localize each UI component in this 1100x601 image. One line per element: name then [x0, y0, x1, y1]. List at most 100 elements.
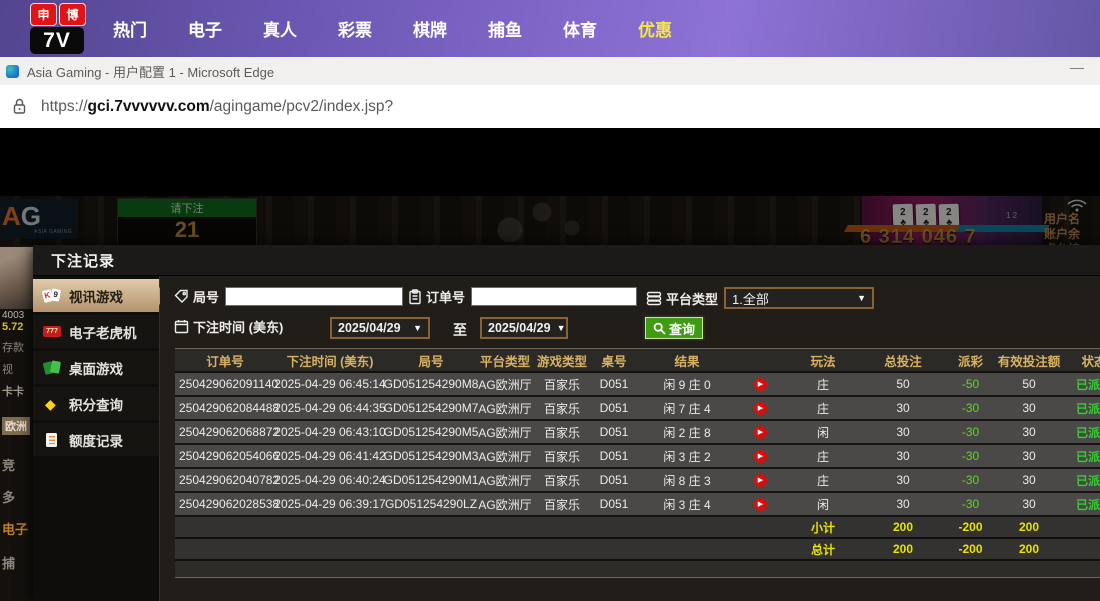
- round-label: 局号: [193, 287, 219, 306]
- cell-platform-type: AG欧洲厅: [477, 373, 533, 395]
- column-header: 桌号: [591, 349, 637, 371]
- column-header: 有效投注额: [998, 349, 1060, 371]
- cell-round-number: GD051254290M7: [385, 397, 477, 419]
- replay-icon[interactable]: ▶: [754, 426, 767, 439]
- cell-status: 已派彩: [1060, 445, 1100, 467]
- cell-replay: ▶: [737, 397, 783, 419]
- nav-item[interactable]: 捕鱼: [488, 16, 522, 41]
- cell-order-number: 250429062068872: [175, 421, 275, 443]
- nav-item[interactable]: 热门: [113, 16, 147, 41]
- cell-bet-time: 2025-04-29 06:40:24: [275, 469, 385, 491]
- round-input[interactable]: [225, 287, 403, 306]
- chevron-down-icon: ▼: [413, 323, 422, 333]
- date-to-value: 2025/04/29: [488, 321, 551, 335]
- sidebar-item[interactable]: 积分查询: [33, 387, 159, 420]
- sidebar-item[interactable]: 桌面游戏: [33, 351, 159, 384]
- replay-icon[interactable]: ▶: [754, 378, 767, 391]
- background-sidebar: 40035.72存款视卡卡欧洲竞多电子捕: [0, 245, 33, 601]
- background-menu-item: 多: [2, 487, 15, 506]
- calendar-icon: [174, 319, 189, 334]
- cell-payout: -30: [943, 493, 998, 515]
- order-filter: 订单号: [408, 287, 637, 306]
- nav-item[interactable]: 优惠: [638, 16, 672, 41]
- table-footer-spacer: [175, 561, 1100, 578]
- site-nav: 申博 7V 热门 电子 真人 彩票 棋牌 捕鱼 体育 优惠: [0, 0, 1100, 57]
- column-header: 结果: [637, 349, 737, 371]
- cell-table-number: D051: [591, 373, 637, 395]
- cell-replay: ▶: [737, 421, 783, 443]
- table-body: 250429062091140 2025-04-29 06:45:14 GD05…: [175, 373, 1100, 517]
- url-text[interactable]: https://gci.7vvvvvv.com/agingame/pcv2/in…: [41, 98, 393, 116]
- nav-item[interactable]: 电子: [188, 16, 222, 41]
- cell-total-bet: 30: [863, 445, 943, 467]
- platform-select[interactable]: 1.全部 ▼: [724, 287, 874, 309]
- nav-item[interactable]: 体育: [563, 16, 597, 41]
- cell-play-type: 庄: [783, 469, 863, 491]
- cell-status: 已派彩: [1060, 421, 1100, 443]
- cards-icon: [43, 288, 61, 304]
- cell-result: 闲 3 庄 2: [637, 445, 737, 467]
- column-header: 局号: [385, 349, 477, 371]
- cell-payout: -30: [943, 421, 998, 443]
- replay-icon[interactable]: ▶: [754, 498, 767, 511]
- sidebar-item[interactable]: 电子老虎机: [33, 315, 159, 348]
- order-input[interactable]: [471, 287, 637, 306]
- logo-badges: 申博: [30, 3, 90, 26]
- cell-result: 闲 8 庄 3: [637, 469, 737, 491]
- cell-round-number: GD051254290M8: [385, 373, 477, 395]
- cell-valid-bet: 30: [998, 397, 1060, 419]
- sidebar-item-label: 积分查询: [69, 394, 123, 414]
- table-header-row: 订单号下注时间 (美东)局号平台类型游戏类型桌号结果玩法总投注派彩有效投注额状态: [175, 349, 1100, 373]
- cell-status: 已派彩: [1060, 493, 1100, 515]
- cell-valid-bet: 30: [998, 445, 1060, 467]
- date-to-select[interactable]: 2025/04/29 ▼: [480, 317, 568, 339]
- sidebar-item[interactable]: 视讯游戏: [33, 279, 159, 312]
- chevron-down-icon: ▼: [857, 293, 866, 303]
- date-from-select[interactable]: 2025/04/29 ▼: [330, 317, 430, 339]
- casino-banner: A G ASIA GAMING 请下注 21 2♣2♣2♣ 6 314 046 …: [0, 196, 1100, 245]
- replay-icon[interactable]: ▶: [754, 450, 767, 463]
- replay-icon[interactable]: ▶: [754, 474, 767, 487]
- banner-dim-overlay: [0, 196, 1100, 245]
- nav-item[interactable]: 彩票: [338, 16, 372, 41]
- cell-bet-time: 2025-04-29 06:43:10: [275, 421, 385, 443]
- column-header: 总投注: [863, 349, 943, 371]
- grand-total-valid: 200: [998, 539, 1060, 559]
- address-bar[interactable]: https://gci.7vvvvvv.com/agingame/pcv2/in…: [0, 85, 1100, 130]
- column-header: 游戏类型: [533, 349, 591, 371]
- sidebar-item[interactable]: 额度记录: [33, 423, 159, 456]
- cell-order-number: 250429062040782: [175, 469, 275, 491]
- column-header: 派彩: [943, 349, 998, 371]
- dealer-avatar: [0, 247, 33, 309]
- platform-selected-value: 1.全部: [732, 289, 769, 308]
- cell-play-type: 庄: [783, 445, 863, 467]
- modal-title: 下注记录: [51, 250, 115, 271]
- cell-game-type: 百家乐: [533, 445, 591, 467]
- nav-item[interactable]: 棋牌: [413, 16, 447, 41]
- cell-total-bet: 30: [863, 493, 943, 515]
- cell-replay: ▶: [737, 445, 783, 467]
- cell-play-type: 闲: [783, 421, 863, 443]
- cell-table-number: D051: [591, 445, 637, 467]
- sidebar-item-label: 额度记录: [69, 430, 123, 450]
- cell-status: 已派彩: [1060, 469, 1100, 491]
- cell-payout: -30: [943, 397, 998, 419]
- modal-header: 下注记录: [33, 245, 1100, 276]
- window-titlebar: Asia Gaming - 用户配置 1 - Microsoft Edge —: [0, 57, 1100, 86]
- cell-play-type: 庄: [783, 397, 863, 419]
- url-scheme: https://: [41, 98, 88, 115]
- cell-table-number: D051: [591, 493, 637, 515]
- replay-icon[interactable]: ▶: [754, 402, 767, 415]
- nav-item[interactable]: 真人: [263, 16, 297, 41]
- cell-order-number: 250429062084488: [175, 397, 275, 419]
- tag-icon: [174, 289, 189, 304]
- background-menu-item: 5.72: [2, 321, 23, 333]
- cell-payout: -50: [943, 373, 998, 395]
- date-range-to-label: 至: [453, 320, 467, 340]
- cell-bet-time: 2025-04-29 06:45:14: [275, 373, 385, 395]
- site-logo[interactable]: 申博 7V: [30, 3, 90, 55]
- lock-icon[interactable]: [12, 98, 27, 115]
- search-button[interactable]: 查询: [645, 317, 703, 339]
- minimize-button[interactable]: —: [1070, 59, 1084, 75]
- slot-777-icon: [43, 324, 61, 340]
